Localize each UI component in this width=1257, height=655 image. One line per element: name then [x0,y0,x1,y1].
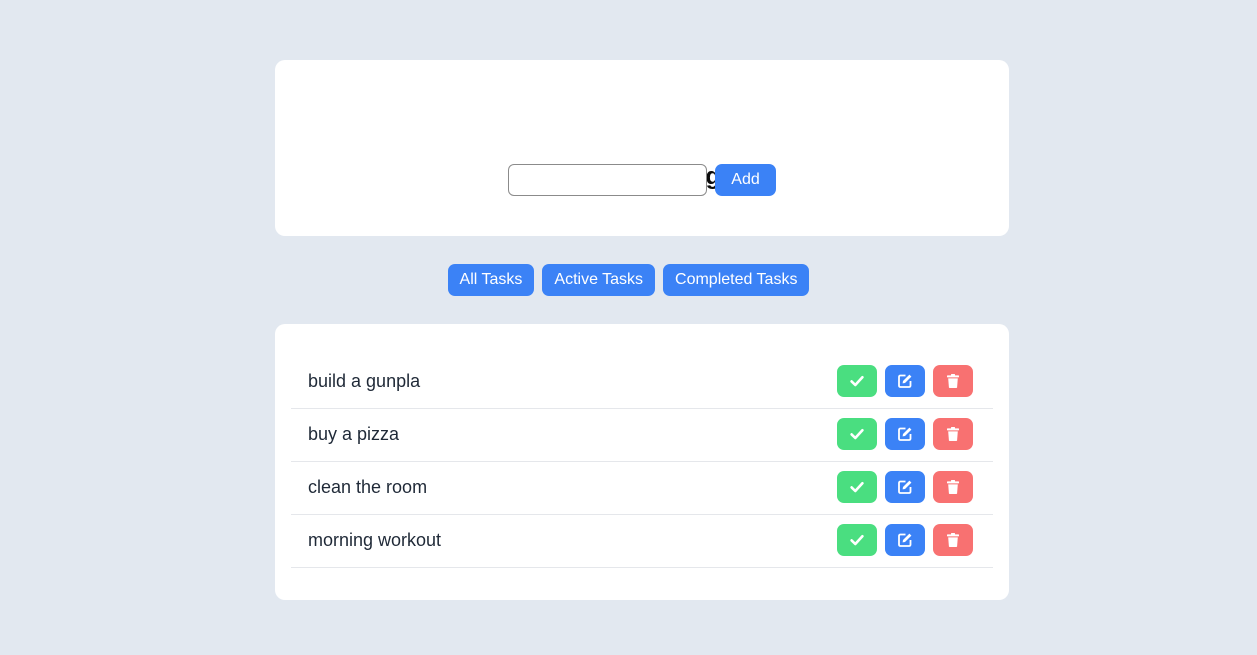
complete-task-button[interactable] [837,365,877,397]
add-task-card: Add Your Things! Add [275,60,1009,236]
task-text: buy a pizza [308,423,400,444]
filter-completed-tasks-button[interactable]: Completed Tasks [663,264,810,296]
trash-icon [947,374,959,388]
filter-all-tasks-button[interactable]: All Tasks [447,264,535,296]
task-actions [837,365,973,397]
trash-icon [947,533,959,547]
check-icon [850,481,864,493]
delete-task-button[interactable] [933,418,973,450]
add-button[interactable]: Add [715,164,776,196]
add-task-form: Add [508,164,776,196]
task-list: build a gunpla buy a pizza clean the roo… [291,356,993,568]
task-text: build a gunpla [308,370,421,391]
edit-icon [898,427,912,441]
task-input[interactable] [508,164,707,196]
edit-task-button[interactable] [885,524,925,556]
task-text: morning workout [308,529,442,550]
filter-bar: All Tasks Active Tasks Completed Tasks [0,264,1257,296]
task-row: buy a pizza [291,409,993,462]
task-row: clean the room [291,462,993,515]
check-icon [850,428,864,440]
delete-task-button[interactable] [933,471,973,503]
edit-icon [898,533,912,547]
task-row: morning workout [291,515,993,568]
filter-active-tasks-button[interactable]: Active Tasks [542,264,656,296]
edit-task-button[interactable] [885,418,925,450]
trash-icon [947,480,959,494]
task-text: clean the room [308,476,428,497]
complete-task-button[interactable] [837,471,877,503]
edit-task-button[interactable] [885,471,925,503]
task-row: build a gunpla [291,356,993,409]
edit-icon [898,374,912,388]
complete-task-button[interactable] [837,524,877,556]
delete-task-button[interactable] [933,524,973,556]
task-actions [837,524,973,556]
complete-task-button[interactable] [837,418,877,450]
delete-task-button[interactable] [933,365,973,397]
task-list-card: build a gunpla buy a pizza clean the roo… [275,324,1009,600]
trash-icon [947,427,959,441]
edit-icon [898,480,912,494]
edit-task-button[interactable] [885,365,925,397]
task-actions [837,418,973,450]
task-actions [837,471,973,503]
check-icon [850,375,864,387]
check-icon [850,534,864,546]
